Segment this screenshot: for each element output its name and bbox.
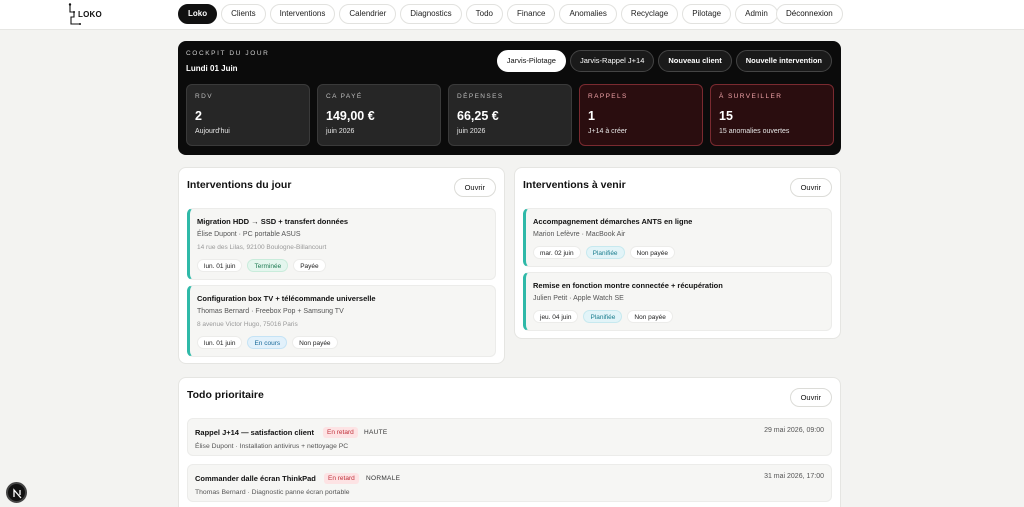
intervention-card[interactable]: Remise en fonction montre connectée + ré… bbox=[523, 272, 832, 331]
status-badge: Planifiée bbox=[583, 310, 623, 323]
todo-item[interactable]: Rappel J+14 — satisfaction client En ret… bbox=[187, 418, 832, 456]
todo-title: Commander dalle écran ThinkPad bbox=[195, 474, 316, 483]
kpi-sub: juin 2026 bbox=[457, 128, 486, 135]
date-chip: lun. 01 juin bbox=[197, 336, 243, 349]
dev-tools-button[interactable] bbox=[6, 482, 27, 503]
kpi-sub: J+14 à créer bbox=[588, 128, 628, 135]
kpi-value: 15 bbox=[719, 109, 733, 123]
intervention-card[interactable]: Accompagnement démarches ANTS en ligne M… bbox=[523, 208, 832, 267]
panel-title: Interventions à venir bbox=[523, 179, 626, 191]
kpi-label: RDV bbox=[195, 93, 213, 100]
kpi-sub: juin 2026 bbox=[326, 128, 355, 135]
panel-title: Todo prioritaire bbox=[187, 389, 264, 401]
kpi-label: CA PAYÉ bbox=[326, 93, 363, 100]
open-button[interactable]: Ouvrir bbox=[453, 178, 496, 197]
late-badge: En retard bbox=[323, 427, 358, 438]
date-chip: jeu. 04 juin bbox=[533, 310, 579, 323]
app-logo[interactable]: LOKO bbox=[68, 3, 102, 25]
logout-button[interactable]: Déconnexion bbox=[776, 4, 843, 24]
kpi-value: 149,00 € bbox=[326, 109, 375, 123]
kpi-value: 2 bbox=[195, 109, 202, 123]
next-logo-icon bbox=[13, 488, 22, 499]
nav-item-admin[interactable]: Admin bbox=[735, 4, 778, 24]
kpi-card-rdv[interactable]: RDV 2 Aujourd'hui bbox=[186, 84, 310, 146]
upcoming-interventions-panel: Interventions à venir Ouvrir Accompagnem… bbox=[514, 167, 841, 339]
today-interventions-panel: Interventions du jour Ouvrir Migration H… bbox=[178, 167, 505, 364]
nav-item-pilotage[interactable]: Pilotage bbox=[682, 4, 732, 24]
status-badge: En cours bbox=[247, 336, 288, 349]
kpi-label: À SURVEILLER bbox=[719, 93, 783, 100]
card-title: Migration HDD → SSD + transfert données bbox=[197, 217, 349, 226]
nav-item-todo[interactable]: Todo bbox=[465, 4, 503, 24]
new-client-button[interactable]: Nouveau client bbox=[658, 50, 732, 72]
status-badge: Terminée bbox=[247, 259, 289, 272]
card-client: Julien Petit · Apple Watch SE bbox=[533, 295, 624, 302]
jarvis-rappel-button[interactable]: Jarvis-Rappel J+14 bbox=[569, 50, 655, 72]
nav-item-recyclage[interactable]: Recyclage bbox=[620, 4, 679, 24]
kpi-card-rappels[interactable]: RAPPELS 1 J+14 à créer bbox=[579, 84, 703, 146]
nav-item-diagnostics[interactable]: Diagnostics bbox=[400, 4, 462, 24]
kpi-value: 66,25 € bbox=[457, 109, 499, 123]
intervention-card[interactable]: Configuration box TV + télécommande univ… bbox=[187, 285, 496, 357]
cockpit-panel: COCKPIT DU JOUR Lundi 01 Juin Jarvis-Pil… bbox=[178, 41, 841, 155]
nav-item-loko[interactable]: Loko bbox=[178, 4, 218, 24]
nav-item-clients[interactable]: Clients bbox=[221, 4, 266, 24]
priority-badge: NORMALE bbox=[366, 475, 401, 482]
todo-title: Rappel J+14 — satisfaction client bbox=[195, 428, 315, 437]
card-chips: jeu. 04 juin Planifiée Non payée bbox=[533, 310, 673, 323]
card-address: 14 rue des Lilas, 92100 Boulogne-Billanc… bbox=[197, 244, 327, 251]
nav-item-calendrier[interactable]: Calendrier bbox=[339, 4, 397, 24]
kpi-value: 1 bbox=[588, 109, 595, 123]
kpi-card-a-surveiller[interactable]: À SURVEILLER 15 15 anomalies ouvertes bbox=[710, 84, 834, 146]
nav-item-interventions[interactable]: Interventions bbox=[269, 4, 336, 24]
card-chips: lun. 01 juin Terminée Payée bbox=[197, 259, 326, 272]
card-chips: mar. 02 juin Planifiée Non payée bbox=[533, 246, 675, 259]
date-chip: lun. 01 juin bbox=[197, 259, 243, 272]
payment-chip: Payée bbox=[293, 259, 326, 272]
card-title: Configuration box TV + télécommande univ… bbox=[197, 294, 376, 303]
late-badge: En retard bbox=[324, 473, 359, 484]
jarvis-pilotage-button[interactable]: Jarvis-Pilotage bbox=[496, 50, 566, 72]
kpi-sub: Aujourd'hui bbox=[195, 128, 230, 135]
card-address: 8 avenue Victor Hugo, 75016 Paris bbox=[197, 321, 298, 328]
nav-item-finance[interactable]: Finance bbox=[507, 4, 556, 24]
open-button[interactable]: Ouvrir bbox=[789, 178, 832, 197]
kpi-label: DÉPENSES bbox=[457, 93, 504, 100]
open-button[interactable]: Ouvrir bbox=[789, 388, 832, 407]
card-title: Accompagnement démarches ANTS en ligne bbox=[533, 217, 693, 226]
kpi-label: RAPPELS bbox=[588, 93, 628, 100]
priority-todo-panel: Todo prioritaire Ouvrir Rappel J+14 — sa… bbox=[178, 377, 841, 507]
todo-due-date: 29 mai 2026, 09:00 bbox=[764, 427, 824, 434]
card-title: Remise en fonction montre connectée + ré… bbox=[533, 281, 723, 290]
cockpit-date: Lundi 01 Juin bbox=[186, 64, 238, 73]
payment-chip: Non payée bbox=[627, 310, 673, 323]
card-client: Élise Dupont · PC portable ASUS bbox=[197, 231, 301, 238]
nav-item-anomalies[interactable]: Anomalies bbox=[559, 4, 617, 24]
cockpit-actions: Jarvis-Pilotage Jarvis-Rappel J+14 Nouve… bbox=[496, 50, 832, 72]
date-chip: mar. 02 juin bbox=[533, 246, 581, 259]
kpi-card-ca-paye[interactable]: CA PAYÉ 149,00 € juin 2026 bbox=[317, 84, 441, 146]
kpi-card-depenses[interactable]: DÉPENSES 66,25 € juin 2026 bbox=[448, 84, 572, 146]
kpi-row: RDV 2 Aujourd'hui CA PAYÉ 149,00 € juin … bbox=[186, 84, 834, 146]
panel-title: Interventions du jour bbox=[187, 179, 292, 191]
card-client: Marion Lefèvre · MacBook Air bbox=[533, 231, 626, 238]
logo-text: LOKO bbox=[78, 10, 102, 19]
top-navigation-bar: LOKO Loko Clients Interventions Calendri… bbox=[0, 0, 1024, 30]
todo-item[interactable]: Commander dalle écran ThinkPad En retard… bbox=[187, 464, 832, 502]
todo-due-date: 31 mai 2026, 17:00 bbox=[764, 473, 824, 480]
intervention-card[interactable]: Migration HDD → SSD + transfert données … bbox=[187, 208, 496, 280]
cockpit-label: COCKPIT DU JOUR bbox=[186, 50, 270, 57]
card-client: Thomas Bernard · Freebox Pop + Samsung T… bbox=[197, 308, 344, 315]
new-intervention-button[interactable]: Nouvelle intervention bbox=[735, 50, 832, 72]
card-chips: lun. 01 juin En cours Non payée bbox=[197, 336, 338, 349]
status-badge: Planifiée bbox=[585, 246, 625, 259]
payment-chip: Non payée bbox=[629, 246, 675, 259]
main-nav: Loko Clients Interventions Calendrier Di… bbox=[178, 4, 778, 24]
todo-context: Thomas Bernard · Diagnostic panne écran … bbox=[195, 489, 350, 496]
kpi-sub: 15 anomalies ouvertes bbox=[719, 128, 790, 135]
priority-badge: HAUTE bbox=[364, 429, 388, 436]
todo-context: Élise Dupont · Installation antivirus + … bbox=[195, 443, 349, 450]
payment-chip: Non payée bbox=[292, 336, 338, 349]
